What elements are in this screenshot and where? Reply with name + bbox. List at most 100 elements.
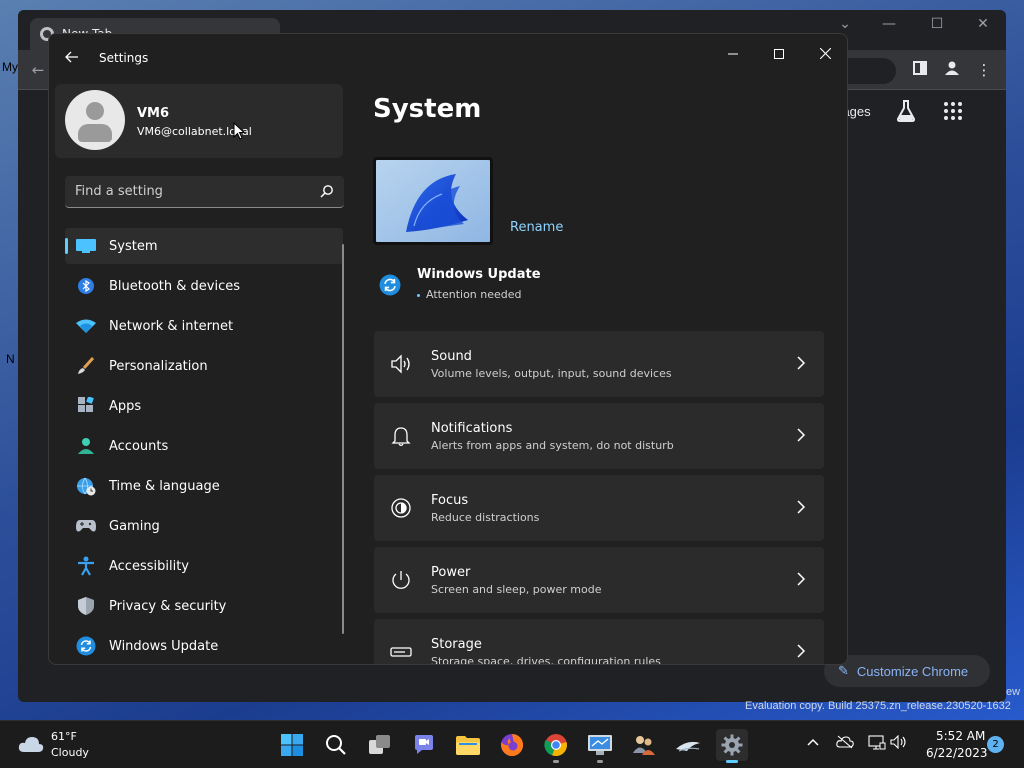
brush-icon [75,355,97,377]
desktop-icon-label[interactable]: N [6,352,15,366]
taskbar-teams-chat[interactable] [408,729,440,761]
search-icon [326,735,346,755]
search-icon[interactable] [320,184,334,198]
find-setting-search-box[interactable] [65,176,344,208]
weather-condition[interactable]: Cloudy [51,746,89,759]
taskbar-search-button[interactable] [320,729,352,761]
shield-icon [75,595,97,617]
rename-link[interactable]: Rename [510,220,563,235]
pencil-icon: ✎ [838,663,849,678]
close-button[interactable] [805,40,845,70]
power-icon [392,571,410,589]
setting-card-focus[interactable]: Focus Reduce distractions [374,475,824,541]
chrome-menu-icon[interactable]: ⋮ [974,60,994,80]
taskbar-settings[interactable] [716,729,748,763]
update-icon [75,635,97,657]
wifi-icon [75,315,97,337]
desktop-icon-label[interactable]: My [2,60,18,74]
labs-flask-icon[interactable] [894,99,918,123]
show-hidden-icons-chevron-icon[interactable] [804,735,822,750]
firefox-icon [501,733,524,756]
nav-item-personalization[interactable]: Personalization [65,348,343,384]
minimize-button[interactable] [713,40,753,70]
google-apps-icon[interactable] [944,102,962,120]
device-wallpaper-thumbnail [373,157,493,245]
nav-label: Accounts [109,438,169,454]
window-title: Settings [99,51,149,65]
cloud-icon[interactable] [18,735,44,753]
card-title: Sound [431,349,472,364]
nav-item-windows-update[interactable]: Windows Update [65,628,343,664]
taskbar-chrome[interactable] [540,729,572,763]
person-icon [75,435,97,457]
profile-icon[interactable] [942,60,962,80]
nav-item-network[interactable]: Network & internet [65,308,343,344]
nav-item-time-language[interactable]: Time & language [65,468,343,504]
bluetooth-icon [75,275,97,297]
nav-label: Windows Update [109,638,219,654]
taskbar-file-explorer[interactable] [452,729,484,761]
evaluation-watermark-tail: ew [1006,686,1021,698]
nav-label: Privacy & security [109,598,227,614]
windows-update-status-icon[interactable] [379,274,401,296]
notification-count-badge[interactable]: 2 [987,736,1004,753]
nav-scrollbar[interactable] [342,244,344,634]
taskbar-app[interactable] [672,729,704,761]
chevron-right-icon [797,500,806,514]
focus-icon [391,498,411,518]
nav-item-bluetooth[interactable]: Bluetooth & devices [65,268,343,304]
card-title: Notifications [431,421,513,436]
taskbar-firefox[interactable] [496,729,528,761]
setting-card-storage[interactable]: Storage Storage space, drives, configura… [374,619,824,665]
chrome-tab-search-icon[interactable]: ⌄ [830,16,860,32]
nav-item-system[interactable]: System [65,228,343,264]
card-subtitle: Storage space, drives, configuration rul… [431,655,661,665]
settings-window: Settings VM6 VM6@collabnet.local System [48,33,848,665]
taskbar-remote-desktop[interactable] [584,729,616,763]
task-view-button[interactable] [364,729,396,761]
setting-card-power[interactable]: Power Screen and sleep, power mode [374,547,824,613]
chevron-right-icon [797,356,806,370]
wing-app-icon [676,741,700,752]
system-display-icon [75,235,97,257]
clock-time[interactable]: 5:52 AM [936,729,985,743]
chrome-maximize-button[interactable]: ☐ [922,16,952,32]
settings-titlebar: Settings [49,34,847,84]
taskbar-users-app[interactable] [628,729,660,761]
card-subtitle: Volume levels, output, input, sound devi… [431,367,672,380]
chrome-minimize-button[interactable]: — [874,16,904,32]
chrome-close-button[interactable]: ✕ [968,16,998,32]
nav-label: Personalization [109,358,208,374]
taskbar: 61°F Cloudy 5:52 AM 6/22/2023 2 [0,720,1024,768]
user-profile-card[interactable]: VM6 VM6@collabnet.local [55,84,343,158]
monitor-app-icon [588,735,612,755]
customize-chrome-button[interactable]: ✎ Customize Chrome [824,655,990,687]
nav-item-accounts[interactable]: Accounts [65,428,343,464]
chrome-back-icon[interactable]: ← [28,60,48,80]
setting-card-notifications[interactable]: Notifications Alerts from apps and syste… [374,403,824,469]
nav-label: Gaming [109,518,160,534]
card-title: Focus [431,493,469,508]
side-panel-icon[interactable] [910,60,930,80]
back-button[interactable] [61,48,83,70]
network-ethernet-icon[interactable] [868,735,886,755]
weather-temperature[interactable]: 61°F [51,730,77,743]
start-button[interactable] [276,729,308,761]
nav-item-gaming[interactable]: Gaming [65,508,343,544]
nav-item-accessibility[interactable]: Accessibility [65,548,343,584]
onedrive-offline-icon[interactable] [836,735,854,753]
setting-card-sound[interactable]: Sound Volume levels, output, input, soun… [374,331,824,397]
chevron-right-icon [797,572,806,586]
nav-label: Bluetooth & devices [109,278,240,294]
nav-label: System [109,238,158,254]
maximize-button[interactable] [759,40,799,70]
card-subtitle: Reduce distractions [431,511,540,524]
clock-date[interactable]: 6/22/2023 [926,746,988,760]
nav-label: Accessibility [109,558,189,574]
nav-item-apps[interactable]: Apps [65,388,343,424]
nav-item-privacy-security[interactable]: Privacy & security [65,588,343,624]
search-input[interactable] [65,176,305,206]
volume-icon[interactable] [890,734,908,753]
windows-update-title[interactable]: Windows Update [417,267,541,282]
avatar [65,90,125,150]
